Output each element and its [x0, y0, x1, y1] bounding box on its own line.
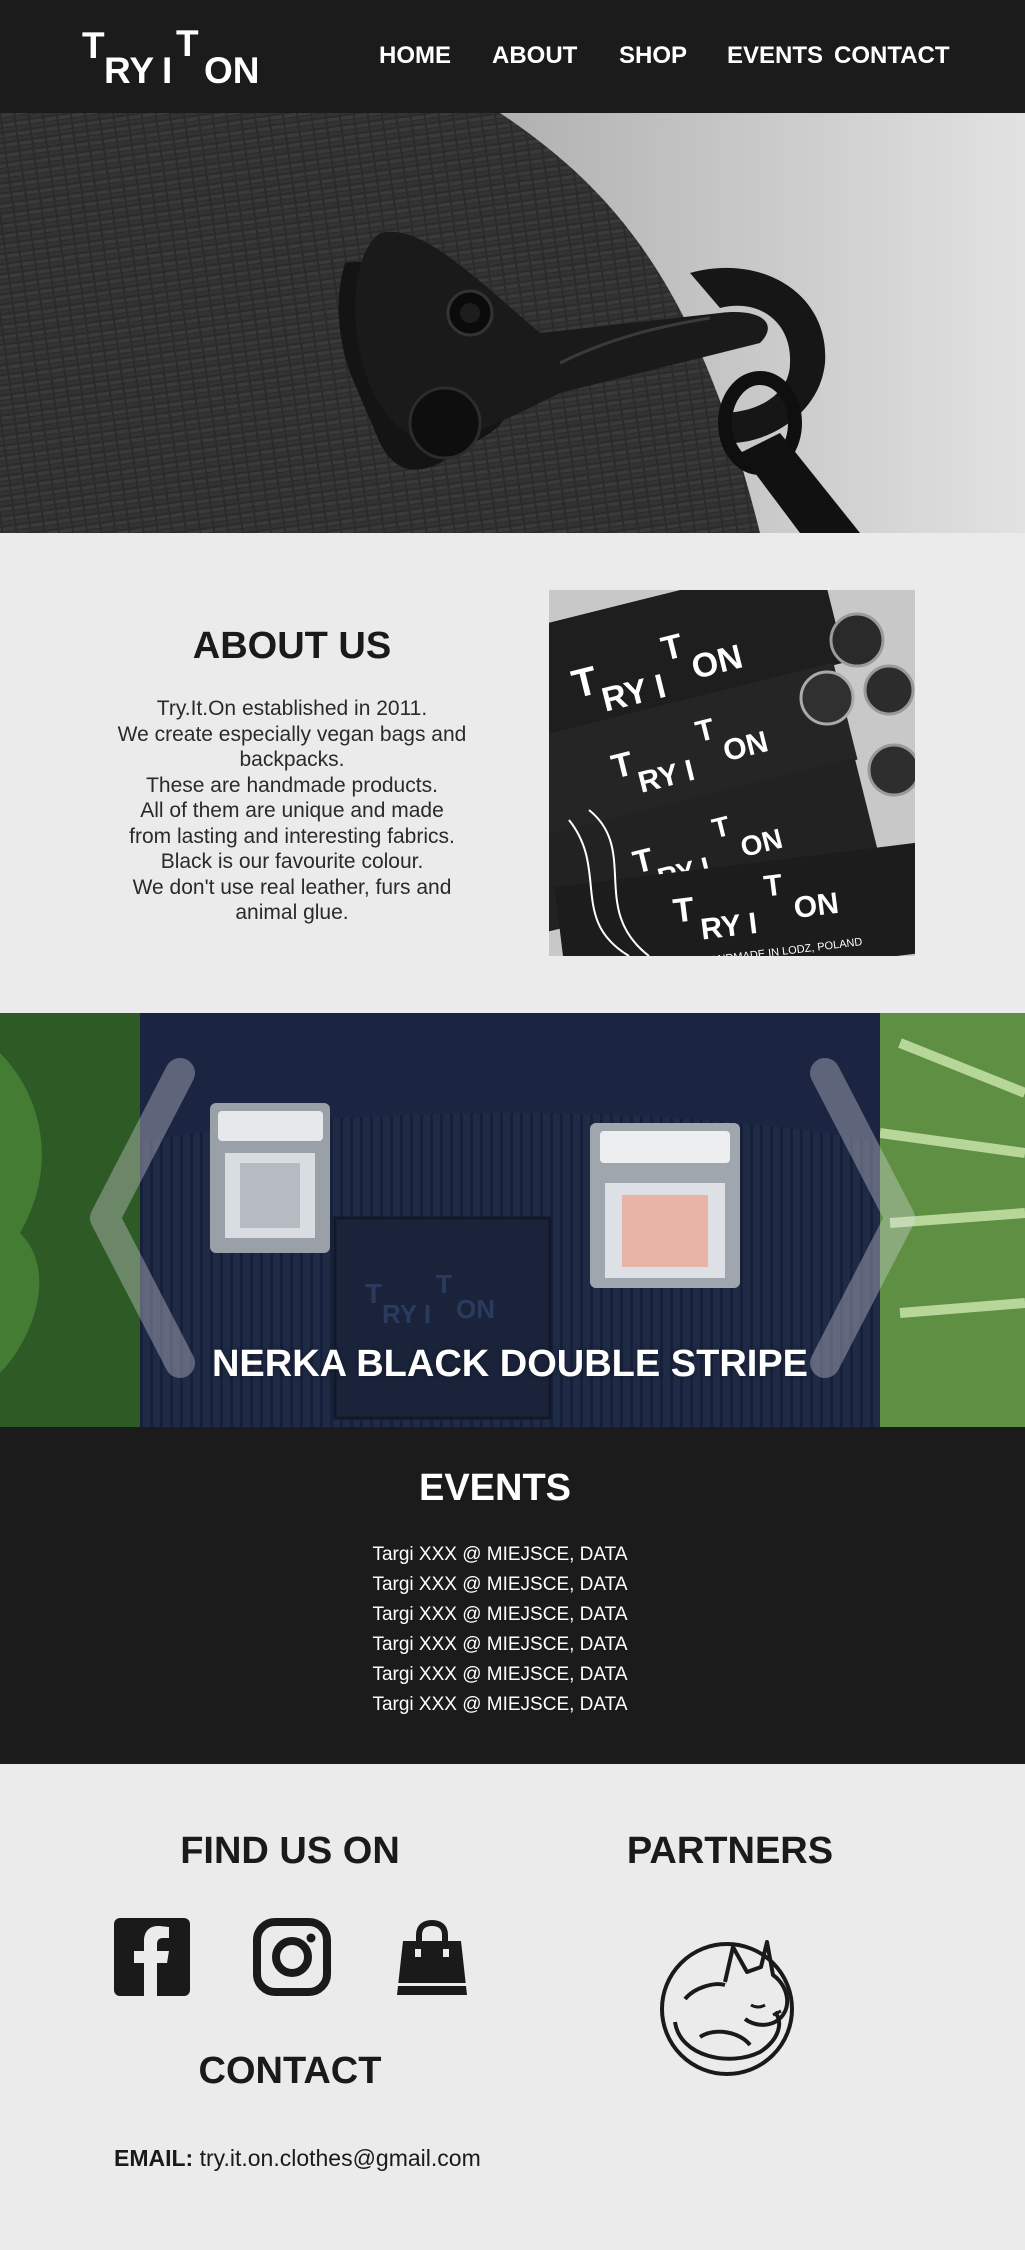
- fox-logo: [660, 1940, 794, 2076]
- svg-text:RY I: RY I: [382, 1299, 431, 1329]
- about-line: Black is our favourite colour.: [160, 850, 424, 873]
- logo-letter: T: [176, 23, 199, 64]
- event-item: Targi XXX @ MIEJSCE, DATA: [372, 1604, 628, 1625]
- facebook-icon: [114, 1918, 190, 1997]
- contact-title: CONTACT: [198, 2050, 382, 2092]
- nav-about[interactable]: ABOUT: [492, 42, 577, 72]
- logo-letter: I: [162, 50, 173, 91]
- nav-shop[interactable]: SHOP: [619, 42, 687, 72]
- events-title: EVENTS: [418, 1467, 572, 1509]
- instagram-icon: [253, 1918, 331, 1996]
- about-line: Try.It.On established in 2011.: [156, 697, 428, 720]
- chevron-right-icon: [810, 1058, 915, 1378]
- product-slider[interactable]: T RY I T ON NERKA BLACK DOUBLE STRIPE: [0, 1013, 1025, 1427]
- svg-text:T: T: [365, 1278, 382, 1309]
- nav-home[interactable]: HOME: [379, 42, 451, 72]
- svg-text:ON: ON: [456, 1294, 495, 1324]
- brand-logo[interactable]: T RY I T ON: [82, 22, 272, 92]
- brand-labels-photo: T RY I T ON T RY I T ON T RY I T ON: [549, 590, 915, 956]
- about-line: backpacks.: [239, 748, 345, 771]
- slider-prev-button[interactable]: [85, 1053, 205, 1383]
- instagram-link[interactable]: [253, 1917, 331, 1997]
- event-item: Targi XXX @ MIEJSCE, DATA: [372, 1634, 628, 1655]
- nav-events[interactable]: EVENTS: [727, 42, 823, 72]
- logo-letter: T: [82, 25, 105, 66]
- about-title: ABOUT US: [192, 625, 392, 667]
- email-link[interactable]: try.it.on.clothes@gmail.com: [200, 2145, 481, 2171]
- events-section: EVENTS Targi XXX @ MIEJSCE, DATA Targi X…: [0, 1427, 1025, 1764]
- site-header: T RY I T ON HOME ABOUT SHOP EVENTS CONTA…: [0, 0, 1025, 113]
- svg-text:ON: ON: [792, 887, 841, 925]
- bag-clip-illustration: [0, 113, 1025, 533]
- product-title[interactable]: NERKA BLACK DOUBLE STRIPE: [160, 1343, 860, 1386]
- svg-text:RY I: RY I: [699, 907, 759, 947]
- about-line: from lasting and interesting fabrics.: [129, 824, 455, 848]
- about-line: We create especially vegan bags and: [117, 722, 467, 746]
- event-item: Targi XXX @ MIEJSCE, DATA: [372, 1544, 628, 1565]
- about-line: All of them are unique and made: [140, 799, 444, 822]
- shop-link[interactable]: [393, 1917, 471, 1997]
- event-item: Targi XXX @ MIEJSCE, DATA: [372, 1574, 628, 1595]
- about-section: ABOUT US Try.It.On established in 2011. …: [0, 533, 1025, 1013]
- nav-contact[interactable]: CONTACT: [834, 42, 950, 72]
- svg-text:T: T: [436, 1269, 452, 1299]
- chevron-left-icon: [90, 1058, 195, 1378]
- about-line: These are handmade products.: [146, 773, 438, 797]
- about-description: Try.It.On established in 2011. We create…: [92, 696, 492, 926]
- facebook-link[interactable]: [113, 1917, 191, 1997]
- footer-section: FIND US ON PARTNERS CONTACT EMAIL: try.i…: [0, 1764, 1025, 2250]
- find-us-title: FIND US ON: [180, 1830, 400, 1872]
- contact-email: EMAIL: try.it.on.clothes@gmail.com: [114, 2145, 481, 2172]
- shopping-bag-icon: [397, 1919, 467, 1995]
- event-item: Targi XXX @ MIEJSCE, DATA: [372, 1664, 628, 1685]
- about-line: animal glue.: [235, 901, 349, 924]
- logo-letter: RY: [104, 50, 155, 91]
- hero-image: [0, 113, 1025, 533]
- event-item: Targi XXX @ MIEJSCE, DATA: [372, 1694, 628, 1715]
- slider-next-button[interactable]: [800, 1053, 920, 1383]
- about-line: We don't use real leather, furs and: [132, 875, 452, 899]
- email-label: EMAIL:: [114, 2145, 194, 2171]
- partners-title: PARTNERS: [626, 1830, 834, 1872]
- logo-letter: ON: [204, 50, 260, 91]
- partner-fox-logo[interactable]: [655, 1927, 805, 2077]
